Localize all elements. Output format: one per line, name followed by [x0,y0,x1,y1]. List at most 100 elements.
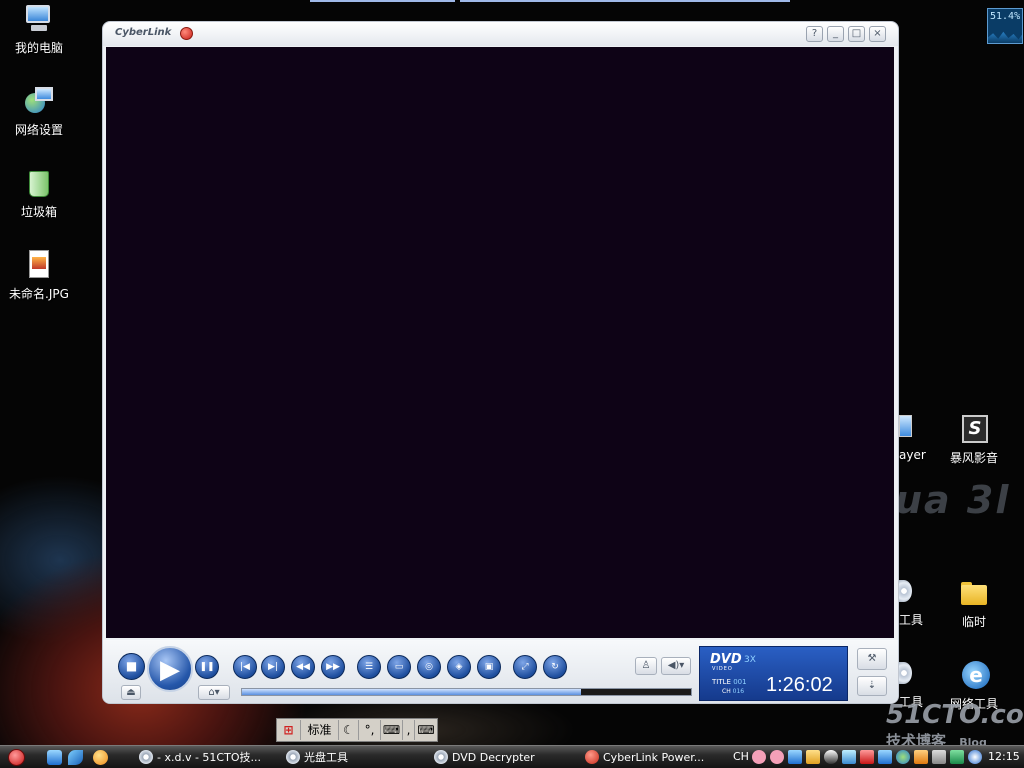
tray-network-icon[interactable] [842,750,856,764]
desktop-icon-jpg-file[interactable]: 未命名.JPG [1,249,77,302]
repeat-icon: ↻ [551,662,559,672]
desktop-icon-storm-player[interactable]: S 暴风影音 [936,413,1012,466]
zoom-button[interactable]: ⤢ [513,655,537,679]
eject-button[interactable]: ⏏ [121,685,141,700]
tray-security-icon[interactable] [950,750,964,764]
monitor-icon [899,415,912,437]
next-chapter-button[interactable]: ▶| [261,655,285,679]
desktop-icon-label: 网络设置 [14,123,63,137]
desktop-icon-my-computer[interactable]: 我的电脑 [1,3,77,56]
rewind-button[interactable]: ◀◀ [291,655,315,679]
ime-logo-icon[interactable]: ⊞ [277,720,301,740]
tray-browser-icon[interactable] [788,750,802,764]
tray-update-icon[interactable] [914,750,928,764]
angle-button[interactable]: ◈ [447,655,471,679]
menu-button[interactable]: ☰ [357,655,381,679]
storm-player-icon: S [958,413,990,445]
say-it-again-button[interactable]: ♙ [635,657,657,675]
stop-button[interactable]: ■ [118,653,145,680]
tray-speaker-icon[interactable] [932,750,946,764]
tray-lightning-icon[interactable] [878,750,892,764]
desktop-icon-temp-folder[interactable]: 临时 [936,577,1012,630]
app-brand: CyberLink [115,27,172,38]
tray-globe-icon[interactable] [896,750,910,764]
punctuation-icon[interactable]: , [403,720,415,740]
taskbar-item-label: CyberLink Power... [603,751,705,764]
quicklaunch-qq-icon[interactable] [93,750,108,765]
top-window-edge [460,0,790,2]
tray-alert-icon[interactable] [860,750,874,764]
punctuation-icon[interactable]: °, [359,720,381,740]
angle-icon: ◈ [455,662,463,672]
rewind-icon: ◀◀ [296,662,310,672]
snapshot-button[interactable]: ▣ [477,655,501,679]
disc-icon [286,750,300,764]
browser-icon [139,750,153,764]
jpg-file-icon [23,249,55,281]
taskbar-item-disc-tools[interactable]: 光盘工具 [284,748,414,767]
drive-icon: ⌂▾ [208,687,220,698]
pause-button[interactable]: ❚❚ [195,655,219,679]
soft-keyboard-icon[interactable]: ⌨ [381,720,403,740]
partial-icon-label: ayer [899,448,926,462]
chapter-label: CH [722,688,731,695]
my-computer-icon [23,3,55,35]
tray-pig-icon[interactable] [770,750,784,764]
half-full-width-icon[interactable]: ☾ [339,720,359,740]
tray-antivirus-icon[interactable] [968,750,982,764]
taskbar-clock[interactable]: 12:15 [988,750,1020,763]
fast-forward-button[interactable]: ▶▶ [321,655,345,679]
quicklaunch-desktop-icon[interactable] [47,750,62,765]
maximize-button[interactable]: □ [848,26,865,42]
title-label: TITLE [712,678,731,686]
chapter-number: 016 [732,688,745,695]
desktop-icon-network-settings[interactable]: 网络设置 [1,85,77,138]
ime-mode-toggle[interactable]: 标准 [301,720,339,740]
tray-pig-icon[interactable] [752,750,766,764]
quicklaunch-arrow-icon[interactable] [68,750,83,765]
video-area[interactable] [106,47,894,638]
stop-icon: ■ [125,659,138,673]
cpu-meter: 51.4% [987,8,1023,44]
previous-chapter-button[interactable]: |◀ [233,655,257,679]
tray-penguin-icon[interactable] [824,750,838,764]
fast-forward-icon: ▶▶ [326,662,340,672]
minimize-button[interactable]: _ [827,26,844,42]
title-bar[interactable]: CyberLink ? _ □ × [103,22,898,46]
subtitle-icon: ▭ [394,662,404,672]
tray-mail-icon[interactable] [806,750,820,764]
camera-icon: ▣ [484,662,494,672]
update-badge-icon[interactable] [180,27,193,40]
language-indicator[interactable]: CH [733,750,749,763]
soft-keyboard-icon[interactable]: ⌨ [415,720,437,740]
close-button[interactable]: × [869,26,886,42]
top-window-edge [310,0,455,2]
elapsed-time: 1:26:02 [766,674,833,696]
taskbar-item-powerdvd[interactable]: CyberLink Power... [583,748,713,767]
folder-icon [958,577,990,609]
desktop-icon-label: 垃圾箱 [20,205,57,219]
play-button[interactable]: ▶ [147,646,193,692]
start-button[interactable] [8,749,25,766]
taskbar-item-dvd-decrypter[interactable]: DVD Decrypter [432,748,562,767]
cyberlink-powerdvd-window[interactable]: CyberLink ? _ □ × ■ ▶ ❚❚ |◀ ▶| ◀◀ ▶▶ ☰ ▭… [102,21,899,704]
expand-panel-button[interactable]: ⇣ [857,676,887,696]
dvd-logo: DVD [710,652,742,667]
configuration-button[interactable]: ⚒ [857,648,887,670]
playback-speed: 3X [744,655,756,665]
taskbar-item-51cto[interactable]: - x.d.v - 51CTO技... [137,748,267,767]
desktop-icon-label: 暴风影音 [949,451,998,465]
seek-bar[interactable] [241,688,692,696]
skip-back-icon: |◀ [240,662,250,672]
audio-language-button[interactable]: ◎ [417,655,441,679]
recycle-bin-icon [23,167,55,199]
repeat-button[interactable]: ↻ [543,655,567,679]
help-button[interactable]: ? [806,26,823,42]
volume-button[interactable]: ◀)▾ [661,657,691,675]
subtitle-button[interactable]: ▭ [387,655,411,679]
desktop-icon-recycle-bin[interactable]: 垃圾箱 [1,167,77,220]
desktop-icon-label: 我的电脑 [14,41,63,55]
tools-icon: ⚒ [867,653,877,664]
seek-bar-fill [242,689,581,695]
source-select-button[interactable]: ⌂▾ [198,685,230,700]
